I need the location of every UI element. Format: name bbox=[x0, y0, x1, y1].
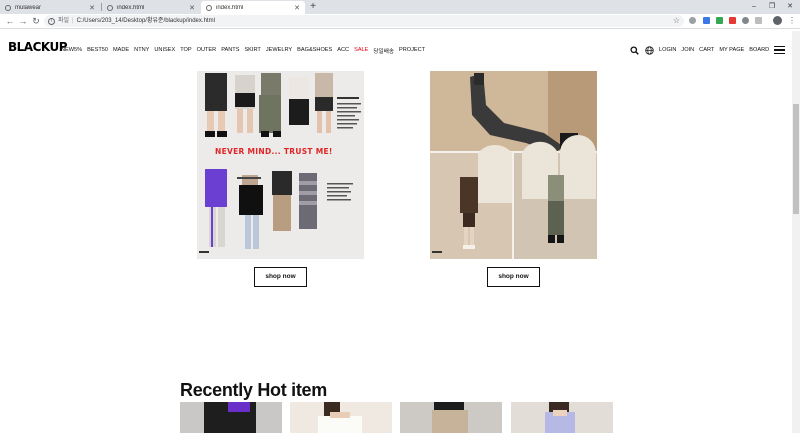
cart-link[interactable]: CART bbox=[699, 47, 714, 53]
hot-item-card[interactable] bbox=[290, 402, 392, 433]
promo-photo-right bbox=[430, 71, 597, 259]
globe-icon[interactable] bbox=[644, 45, 654, 55]
my-page-link[interactable]: MY PAGE bbox=[719, 47, 744, 53]
hot-item-photo bbox=[180, 402, 282, 433]
hot-item-card[interactable] bbox=[400, 402, 502, 433]
nav-item-pants[interactable]: PANTS bbox=[221, 47, 239, 55]
hot-item-card[interactable] bbox=[511, 402, 613, 433]
extension-camera-icon[interactable] bbox=[689, 17, 696, 24]
nav-item-acc[interactable]: ACC bbox=[337, 47, 349, 55]
promo-photo-left bbox=[197, 71, 364, 259]
nav-item-outer[interactable]: OUTER bbox=[197, 47, 217, 55]
close-icon[interactable]: ✕ bbox=[293, 4, 301, 12]
forward-arrow-icon[interactable]: → bbox=[17, 15, 29, 27]
close-icon[interactable]: ✕ bbox=[88, 4, 96, 12]
reload-icon[interactable]: ↻ bbox=[30, 15, 42, 27]
promo-banner-left[interactable]: NEVER MIND... TRUST ME! bbox=[197, 71, 364, 259]
site-logo[interactable]: BLACKUP bbox=[8, 40, 68, 54]
nav-item-unisex[interactable]: UNISEX bbox=[154, 47, 175, 55]
tab-title: index.html bbox=[117, 4, 145, 11]
address-divider: | bbox=[72, 18, 74, 24]
promo-banner-right[interactable] bbox=[430, 71, 597, 259]
hot-item-photo bbox=[511, 402, 613, 433]
promo-headline: NEVER MIND... TRUST ME! bbox=[215, 147, 333, 156]
nav-item-jewelry[interactable]: JEWELRY bbox=[266, 47, 292, 55]
browser-tab[interactable]: mulawear ✕ bbox=[0, 1, 100, 14]
browser-toolbar: ← → ↻ i 파일 | C:/Users/203_14/Desktop/황유준… bbox=[0, 14, 800, 29]
tab-title: index.html bbox=[216, 4, 244, 11]
nav-item-new[interactable]: NEW5% bbox=[61, 47, 82, 55]
hot-items-title: Recently Hot item bbox=[180, 380, 327, 400]
hot-item-card[interactable] bbox=[180, 402, 282, 433]
utility-menu: LOGIN JOIN CART MY PAGE BOARD bbox=[629, 45, 786, 55]
browser-tab[interactable]: index.html ✕ bbox=[102, 1, 200, 14]
minimize-icon[interactable]: – bbox=[745, 1, 763, 13]
bookmark-star-icon[interactable]: ☆ bbox=[673, 15, 680, 27]
nav-item-ntny[interactable]: NTNY bbox=[134, 47, 149, 55]
search-icon[interactable] bbox=[629, 45, 639, 55]
globe-icon bbox=[107, 4, 113, 11]
browser-tab-active[interactable]: index.html ✕ bbox=[201, 1, 305, 14]
nav-item-sale[interactable]: SALE bbox=[354, 47, 368, 55]
login-link[interactable]: LOGIN bbox=[659, 47, 676, 53]
nav-item-made[interactable]: MADE bbox=[113, 47, 129, 55]
site-header: BLACKUP NEW5% BEST50 MADE NTNY UNISEX TO… bbox=[0, 30, 800, 70]
close-icon[interactable]: ✕ bbox=[188, 4, 196, 12]
extension-red-icon[interactable] bbox=[729, 17, 736, 24]
address-bar[interactable]: i 파일 | C:/Users/203_14/Desktop/황유준/black… bbox=[44, 15, 684, 27]
info-icon[interactable]: i bbox=[48, 17, 55, 25]
browser-tab-strip: mulawear ✕ index.html ✕ index.html ✕ + –… bbox=[0, 0, 800, 14]
nav-item-project[interactable]: PROJECT bbox=[399, 47, 425, 55]
new-tab-button[interactable]: + bbox=[307, 1, 319, 13]
scrollbar-thumb[interactable] bbox=[793, 104, 799, 214]
globe-icon bbox=[5, 4, 11, 11]
tab-title: mulawear bbox=[15, 4, 42, 11]
more-menu-icon[interactable]: ⋮ bbox=[788, 15, 796, 27]
nav-item-top[interactable]: TOP bbox=[180, 47, 191, 55]
extension-gray-icon[interactable] bbox=[742, 17, 749, 24]
shop-now-button-left[interactable]: shop now bbox=[254, 267, 307, 287]
join-link[interactable]: JOIN bbox=[681, 47, 694, 53]
nav-item-best[interactable]: BEST50 bbox=[87, 47, 108, 55]
profile-avatar-icon[interactable] bbox=[773, 16, 782, 25]
back-arrow-icon[interactable]: ← bbox=[4, 15, 16, 27]
globe-icon bbox=[206, 4, 212, 11]
nav-item-same-day[interactable]: 당일배송 bbox=[373, 47, 394, 55]
hot-item-photo bbox=[400, 402, 502, 433]
address-scheme: 파일 bbox=[58, 18, 70, 24]
nav-item-skirt[interactable]: SKIRT bbox=[244, 47, 260, 55]
extension-green-icon[interactable] bbox=[716, 17, 723, 24]
window-close-icon[interactable]: ✕ bbox=[781, 1, 799, 13]
extension-icon[interactable] bbox=[755, 17, 762, 24]
extension-blue-icon[interactable] bbox=[703, 17, 710, 24]
main-navigation: NEW5% BEST50 MADE NTNY UNISEX TOP OUTER … bbox=[61, 47, 425, 55]
nav-item-bag-shoes[interactable]: BAG&SHOES bbox=[297, 47, 332, 55]
address-url: C:/Users/203_14/Desktop/황유준/blackup/inde… bbox=[76, 18, 215, 24]
restore-icon[interactable]: ❐ bbox=[763, 1, 781, 13]
page-scrollbar[interactable] bbox=[792, 31, 800, 433]
board-link[interactable]: BOARD bbox=[749, 47, 769, 53]
hamburger-menu-icon[interactable] bbox=[774, 46, 786, 54]
hot-item-photo bbox=[290, 402, 392, 433]
shop-now-button-right[interactable]: shop now bbox=[487, 267, 540, 287]
